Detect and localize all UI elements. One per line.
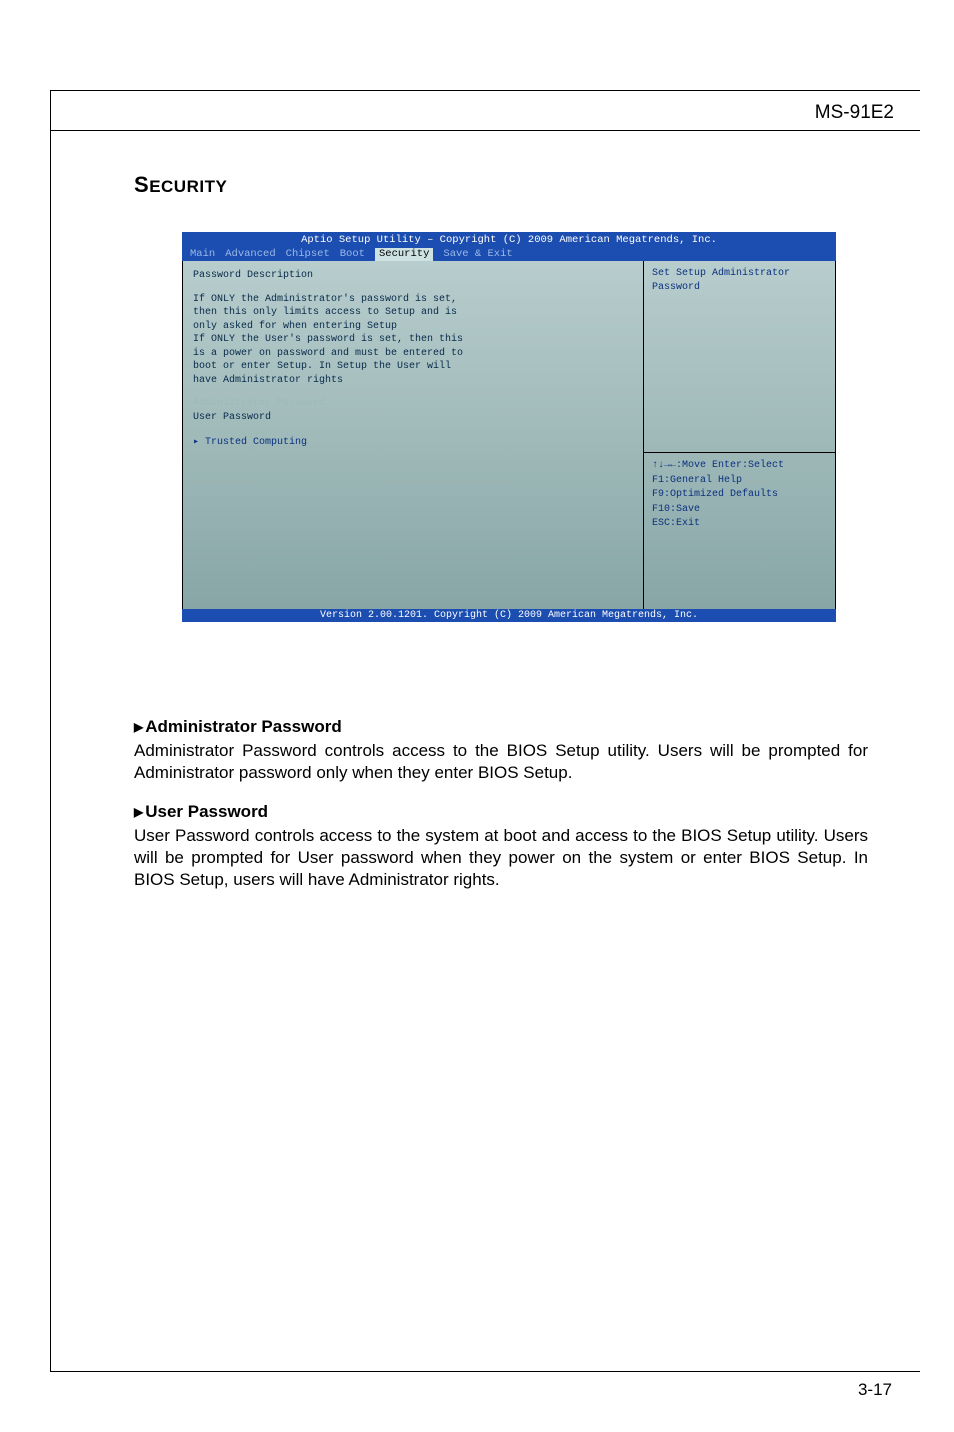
document-body: ▶Administrator Password Administrator Pa…	[134, 716, 868, 908]
bios-topbar: Aptio Setup Utility – Copyright (C) 2009…	[182, 232, 836, 261]
doc-para-user: User Password controls access to the sys…	[134, 825, 868, 890]
header-model: MS-91E2	[815, 102, 894, 124]
bios-hint: F9:Optimized Defaults	[652, 488, 827, 503]
tab-advanced: Advanced	[225, 248, 275, 262]
bios-desc-line: boot or enter Setup. In Setup the User w…	[193, 360, 633, 374]
bios-hint: F10:Save	[652, 503, 827, 518]
bios-item-trusted-computing: ▸ Trusted Computing	[193, 436, 633, 450]
bios-desc-line: is a power on password and must be enter…	[193, 347, 633, 361]
tab-security: Security	[375, 248, 433, 262]
bios-item-admin-password: Administrator Password	[193, 397, 633, 411]
bios-hint: F1:General Help	[652, 474, 827, 489]
bios-hint: ESC:Exit	[652, 517, 827, 532]
tab-save-exit: Save & Exit	[443, 248, 512, 262]
bios-desc-line: have Administrator rights	[193, 374, 633, 388]
tab-chipset: Chipset	[286, 248, 330, 262]
bios-item-user-password: User Password	[193, 411, 633, 425]
bios-right-panel: Set Setup Administrator Password ↑↓→←:Mo…	[644, 261, 836, 611]
bios-left-panel: Password Description If ONLY the Adminis…	[182, 261, 644, 611]
bios-footer: Version 2.00.1201. Copyright (C) 2009 Am…	[182, 609, 836, 622]
bios-screenshot: Aptio Setup Utility – Copyright (C) 2009…	[182, 232, 836, 622]
page-number: 3-17	[858, 1380, 892, 1400]
bios-desc-line: then this only limits access to Setup an…	[193, 306, 633, 320]
bios-desc-line: If ONLY the User's password is set, then…	[193, 333, 633, 347]
bios-body: Password Description If ONLY the Adminis…	[182, 261, 836, 611]
bios-desc-line: If ONLY the Administrator's password is …	[193, 293, 633, 307]
bios-tabs: Main Advanced Chipset Boot Security Save…	[190, 248, 828, 262]
doc-heading-user-password: ▶User Password	[134, 801, 868, 823]
doc-heading-text: User Password	[145, 802, 268, 821]
bios-desc-line: only asked for when entering Setup	[193, 320, 633, 334]
tab-main: Main	[190, 248, 215, 262]
doc-heading-admin-password: ▶Administrator Password	[134, 716, 868, 738]
doc-para-admin: Administrator Password controls access t…	[134, 740, 868, 784]
header-underline	[50, 130, 920, 131]
bios-left-heading: Password Description	[193, 269, 633, 283]
bios-title: Aptio Setup Utility – Copyright (C) 2009…	[190, 234, 828, 248]
bios-hint: ↑↓→←:Move Enter:Select	[652, 459, 827, 474]
doc-heading-text: Administrator Password	[145, 717, 342, 736]
triangle-icon: ▶	[134, 805, 143, 820]
triangle-icon: ▶	[134, 720, 143, 735]
bios-help-top: Set Setup Administrator Password	[644, 261, 835, 453]
section-title-security: SECURITY	[134, 172, 227, 198]
bios-key-hints: ↑↓→←:Move Enter:Select F1:General Help F…	[644, 453, 835, 610]
tab-boot: Boot	[340, 248, 365, 262]
